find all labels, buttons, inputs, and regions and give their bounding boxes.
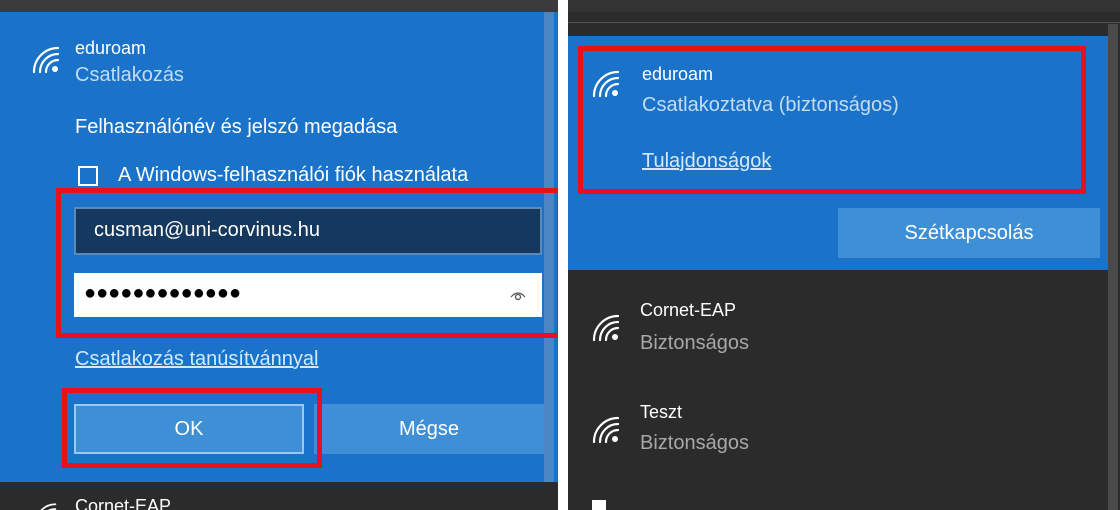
divider bbox=[568, 22, 1120, 23]
cancel-button[interactable]: Mégse bbox=[314, 404, 544, 454]
wifi-icon bbox=[30, 44, 60, 74]
certificate-link[interactable]: Csatlakozás tanúsítvánnyal bbox=[75, 348, 318, 371]
next-network-name: Cornet-EAP bbox=[75, 496, 172, 510]
top-edge bbox=[568, 0, 1120, 12]
wifi-connected-panel: eduroam Csatlakoztatva (biztonságos) Tul… bbox=[568, 0, 1120, 510]
wifi-connect-panel: eduroam Csatlakozás Felhasználónév és je… bbox=[0, 0, 558, 510]
top-edge bbox=[0, 0, 558, 12]
wifi-icon bbox=[33, 501, 57, 510]
network-status: Biztonságos bbox=[640, 432, 749, 454]
scrollbar[interactable] bbox=[1108, 24, 1118, 510]
credentials-prompt: Felhasználónév és jelszó megadása bbox=[75, 116, 398, 138]
network-status: Csatlakozás bbox=[75, 64, 184, 86]
disconnect-button[interactable]: Szétkapcsolás bbox=[838, 208, 1100, 258]
network-list-item[interactable]: Teszt Biztonságos bbox=[568, 388, 1108, 480]
checkbox-label: A Windows-felhasználói fiók használata bbox=[118, 164, 469, 186]
network-status: Biztonságos bbox=[640, 332, 749, 354]
network-name: Cornet-EAP bbox=[640, 300, 737, 320]
use-windows-account-checkbox[interactable] bbox=[78, 166, 98, 186]
credentials-highlight bbox=[56, 188, 558, 338]
network-name: Teszt bbox=[640, 402, 683, 422]
network-list-item[interactable]: Cornet-EAP Biztonságos bbox=[568, 286, 1108, 378]
wifi-icon bbox=[590, 414, 620, 444]
wifi-icon bbox=[590, 312, 620, 342]
shield-icon bbox=[592, 500, 606, 510]
connected-highlight bbox=[578, 46, 1086, 194]
ok-highlight bbox=[62, 388, 322, 468]
next-network-row[interactable]: Cornet-EAP bbox=[0, 482, 558, 510]
network-name: eduroam bbox=[75, 38, 147, 58]
